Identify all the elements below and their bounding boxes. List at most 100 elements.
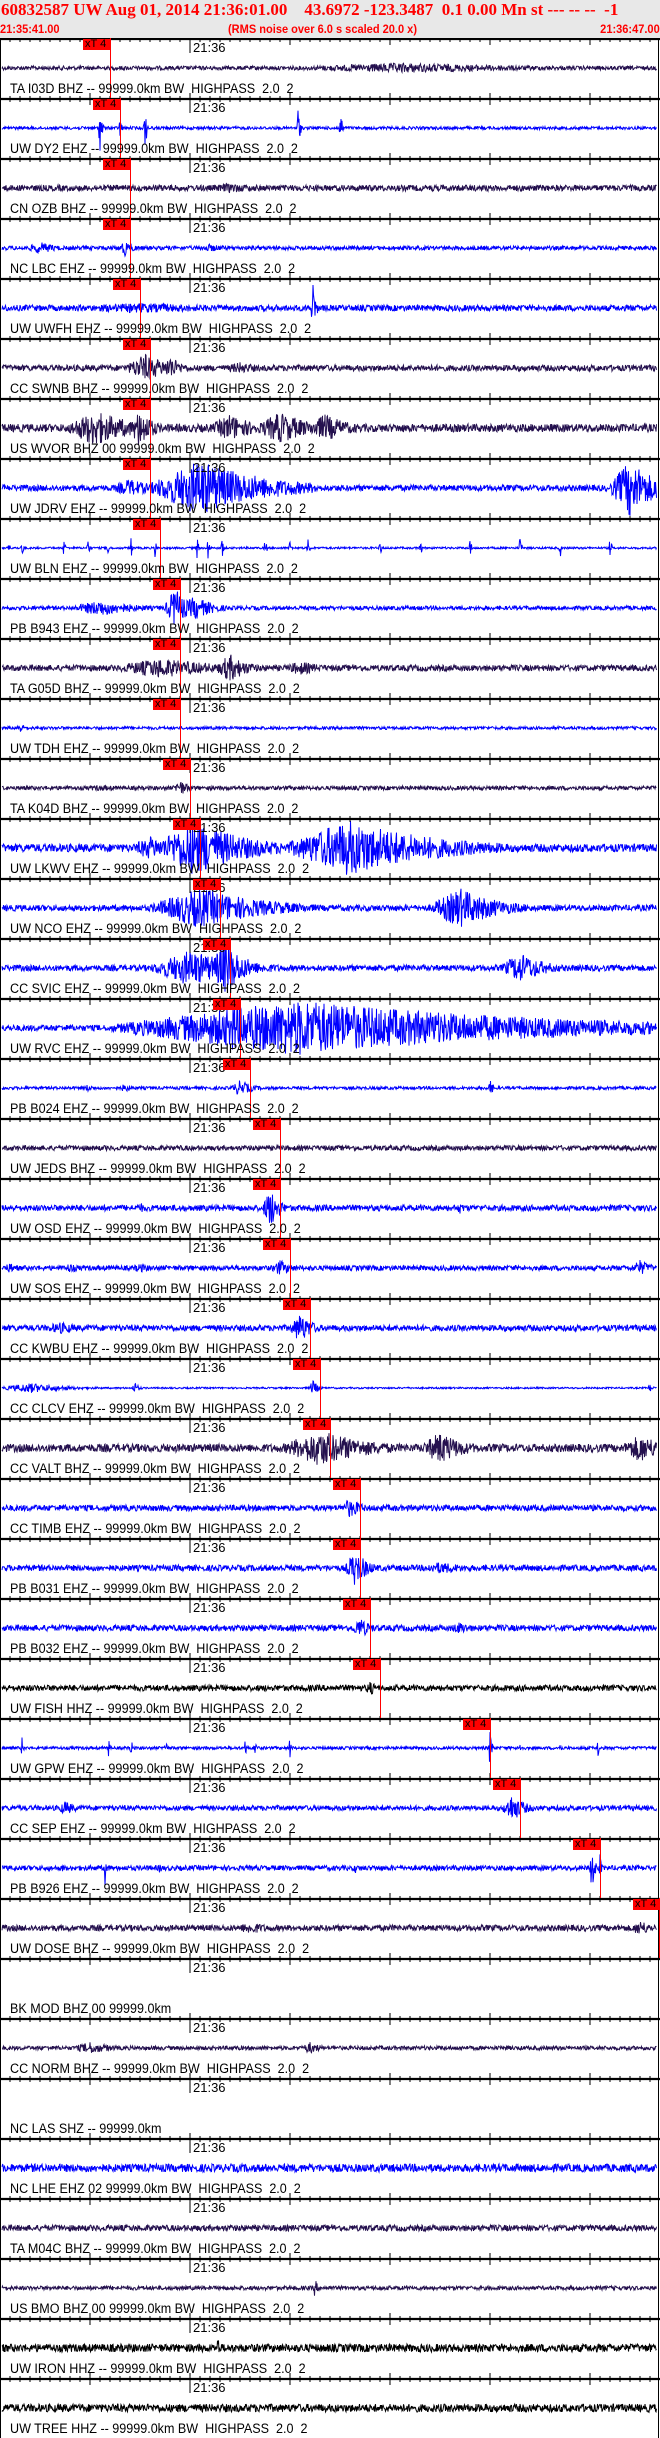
trace-row[interactable]: 21:36 xT 4 TA G05D BHZ -- 99999.0km BW HIG… (0, 638, 660, 698)
noise-scaling-note: (RMS noise over 6.0 s scaled 20.0 x) (228, 22, 418, 36)
channel-label: CC NORM BHZ -- 99999.0km BW HIGHPASS 2.0… (10, 2061, 310, 2076)
trace-row[interactable]: 21:36 xT 4 UW GPW EHZ -- 99999.0km BW HIGH… (0, 1718, 660, 1778)
channel-label: CC SWNB BHZ -- 99999.0km BW HIGHPASS 2.0… (10, 381, 309, 396)
trace-row[interactable]: 21:36 xT 4 UW DOSE BHZ -- 99999.0km BW HIG… (0, 1898, 660, 1958)
trace-row[interactable]: 21:36 NC LHE EHZ 02 99999.0km BW HIGHPASS… (0, 2138, 660, 2198)
pick-label[interactable]: xT 4 (153, 579, 180, 590)
trace-row[interactable]: 21:36 xT 4 CC KWBU EHZ -- 99999.0km BW HIG… (0, 1298, 660, 1358)
pick-label[interactable]: xT 4 (93, 99, 120, 110)
pick-label[interactable]: xT 4 (123, 459, 150, 470)
trace-row[interactable]: 21:36 xT 4 TA I03D BHZ -- 99999.0km BW HIG… (0, 38, 660, 98)
pick-marker-line[interactable] (330, 1418, 331, 1478)
trace-row[interactable]: 21:36 xT 4 UW BLN EHZ -- 99999.0km BW HIGH… (0, 518, 660, 578)
pick-label[interactable]: xT 4 (353, 1659, 380, 1670)
pick-label[interactable]: xT 4 (493, 1779, 520, 1790)
trace-row[interactable]: 21:36 xT 4 UW JDRV EHZ -- 99999.0km BW HIG… (0, 458, 660, 518)
trace-row[interactable]: 21:36 UW TREE HHZ -- 99999.0km BW HIGHPAS… (0, 2378, 660, 2438)
channel-label: UW JDRV EHZ -- 99999.0km BW HIGHPASS 2.0… (10, 501, 307, 516)
pick-marker-line[interactable] (360, 1478, 361, 1538)
trace-row[interactable]: 21:36 xT 4 CC TIMB EHZ -- 99999.0km BW HIG… (0, 1478, 660, 1538)
trace-row[interactable]: 21:36 xT 4 UW LKWV EHZ -- 99999.0km BW HIG… (0, 818, 660, 878)
trace-row[interactable]: 21:36xT 4CC SVIC EHZ -- 99999.0km BW HIG… (0, 938, 660, 998)
minute-time-label: 21:36 (193, 1660, 226, 1675)
pick-label[interactable]: xT 4 (103, 159, 130, 170)
pick-label[interactable]: xT 4 (463, 1719, 490, 1730)
trace-row[interactable]: 21:36 xT 4 CC VALT BHZ -- 99999.0km BW HIG… (0, 1418, 660, 1478)
trace-row[interactable]: 21:36 NC LAS SHZ -- 99999.0km (0, 2078, 660, 2138)
pick-label[interactable]: xT 4 (303, 1419, 330, 1430)
pick-label[interactable]: xT 4 (633, 1899, 660, 1910)
pick-label[interactable]: xT 4 (83, 39, 110, 50)
pick-marker-line[interactable] (380, 1658, 381, 1718)
pick-label[interactable]: xT 4 (573, 1839, 600, 1850)
trace-row[interactable]: 21:36 UW IRON HHZ -- 99999.0km BW HIGHPAS… (0, 2318, 660, 2378)
pick-label[interactable]: xT 4 (213, 999, 240, 1010)
trace-row[interactable]: 21:36 BK MOD BHZ 00 99999.0km (0, 1958, 660, 2018)
pick-label[interactable]: xT 4 (133, 519, 160, 530)
pick-label[interactable]: xT 4 (253, 1179, 280, 1190)
trace-row[interactable]: 21:36 xT 4 PB B032 EHZ -- 99999.0km BW HIG… (0, 1598, 660, 1658)
trace-row[interactable]: 21:36 xT 4 UW TDH EHZ -- 99999.0km BW HIGH… (0, 698, 660, 758)
trace-row[interactable]: 21:36 xT 4 PB B031 EHZ -- 99999.0km BW HIG… (0, 1538, 660, 1598)
pick-label[interactable]: xT 4 (263, 1239, 290, 1250)
seismogram-panel[interactable]: 21:36 xT 4 TA I03D BHZ -- 99999.0km BW HIG… (0, 38, 660, 2438)
channel-label: NC LAS SHZ -- 99999.0km (10, 2121, 162, 2136)
pick-marker-line[interactable] (600, 1838, 601, 1898)
pick-label[interactable]: xT 4 (283, 1299, 310, 1310)
pick-marker-line[interactable] (320, 1358, 321, 1418)
pick-label[interactable]: xT 4 (113, 279, 140, 290)
channel-label: NC LHE EHZ 02 99999.0km BW HIGHPASS 2.0 … (10, 2181, 301, 2196)
trace-row[interactable]: 21:36 xT 4 CC SEP EHZ -- 99999.0km BW HIGH… (0, 1778, 660, 1838)
pick-label[interactable]: xT 4 (173, 819, 200, 830)
trace-row[interactable]: 21:36 xT 4 UW FISH HHZ -- 99999.0km BW HIG… (0, 1658, 660, 1718)
pick-marker-line[interactable] (310, 1298, 311, 1358)
minute-time-label: 21:36 (193, 1120, 226, 1135)
pick-label[interactable]: xT 4 (193, 879, 220, 890)
trace-row[interactable]: 21:36 xT 4 PB B024 EHZ -- 99999.0km BW HIG… (0, 1058, 660, 1118)
minute-time-label: 21:36 (193, 2140, 226, 2155)
trace-row[interactable]: 21:36 TA M04C BHZ -- 99999.0km BW HIGHPAS… (0, 2198, 660, 2258)
pick-label[interactable]: xT 4 (333, 1479, 360, 1490)
trace-row[interactable]: 21:36 xT 4 CN OZB BHZ -- 99999.0km BW HIGH… (0, 158, 660, 218)
pick-label[interactable]: xT 4 (293, 1359, 320, 1370)
trace-row[interactable]: 21:36 xT 4 US WVOR BHZ 00 99999.0km BW HIG… (0, 398, 660, 458)
minute-time-label: 21:36 (193, 40, 226, 55)
trace-row[interactable]: 21:36 xT 4 UW OSD EHZ -- 99999.0km BW HIGH… (0, 1178, 660, 1238)
trace-row[interactable]: 21:36 xT 4 UW UWFH EHZ -- 99999.0km BW HIG… (0, 278, 660, 338)
trace-row[interactable]: 21:36 xT 4 TA K04D BHZ -- 99999.0km BW HIG… (0, 758, 660, 818)
channel-label: PB B926 EHZ -- 99999.0km BW HIGHPASS 2.0… (10, 1881, 299, 1896)
pick-label[interactable]: xT 4 (153, 699, 180, 710)
minute-time-label: 21:36 (193, 1840, 226, 1855)
minute-time-label: 21:36 (193, 100, 226, 115)
trace-row[interactable]: 21:36 US BMO BHZ 00 99999.0km BW HIGHPASS… (0, 2258, 660, 2318)
trace-row[interactable]: 21:36 xT 4 UW RVC EHZ -- 99999.0km BW HIGH… (0, 998, 660, 1058)
pick-label[interactable]: xT 4 (253, 1119, 280, 1130)
trace-row[interactable]: 21:36 xT 4 UW JEDS BHZ -- 99999.0km BW HIG… (0, 1118, 660, 1178)
trace-row[interactable]: 21:36 xT 4 CC SWNB BHZ -- 99999.0km BW HIG… (0, 338, 660, 398)
pick-label[interactable]: xT 4 (123, 339, 150, 350)
trace-row[interactable]: 21:36xT 4UW NCO EHZ -- 99999.0km BW HIGH… (0, 878, 660, 938)
channel-label: US BMO BHZ 00 99999.0km BW HIGHPASS 2.0 … (10, 2301, 305, 2316)
pick-label[interactable]: xT 4 (103, 219, 130, 230)
minute-time-label: 21:36 (193, 160, 226, 175)
pick-label[interactable]: xT 4 (153, 639, 180, 650)
trace-row[interactable]: 21:36 CC NORM BHZ -- 99999.0km BW HIGHPAS… (0, 2018, 660, 2078)
trace-row[interactable]: 21:36 xT 4 UW SOS EHZ -- 99999.0km BW HIGH… (0, 1238, 660, 1298)
trace-row[interactable]: 21:36 xT 4 UW DY2 EHZ -- 99999.0km BW HIGH… (0, 98, 660, 158)
pick-label[interactable]: xT 4 (123, 399, 150, 410)
pick-label[interactable]: xT 4 (203, 939, 230, 950)
pick-label[interactable]: xT 4 (343, 1599, 370, 1610)
pick-marker-line[interactable] (360, 1538, 361, 1598)
trace-row[interactable]: 21:36 xT 4 NC LBC EHZ -- 99999.0km BW HIGH… (0, 218, 660, 278)
pick-marker-line[interactable] (370, 1598, 371, 1658)
pick-label[interactable]: xT 4 (163, 759, 190, 770)
pick-marker-line[interactable] (490, 1718, 491, 1778)
trace-row[interactable]: 21:36 xT 4 CC CLCV EHZ -- 99999.0km BW HIG… (0, 1358, 660, 1418)
minute-time-label: 21:36 (193, 1480, 226, 1495)
trace-row[interactable]: 21:36 xT 4 PB B926 EHZ -- 99999.0km BW HIG… (0, 1838, 660, 1898)
pick-marker-line[interactable] (520, 1778, 521, 1838)
trace-row[interactable]: 21:36 xT 4 PB B943 EHZ -- 99999.0km BW HIG… (0, 578, 660, 638)
minute-time-label: 21:36 (193, 1960, 226, 1975)
pick-label[interactable]: xT 4 (333, 1539, 360, 1550)
pick-label[interactable]: xT 4 (223, 1059, 250, 1070)
